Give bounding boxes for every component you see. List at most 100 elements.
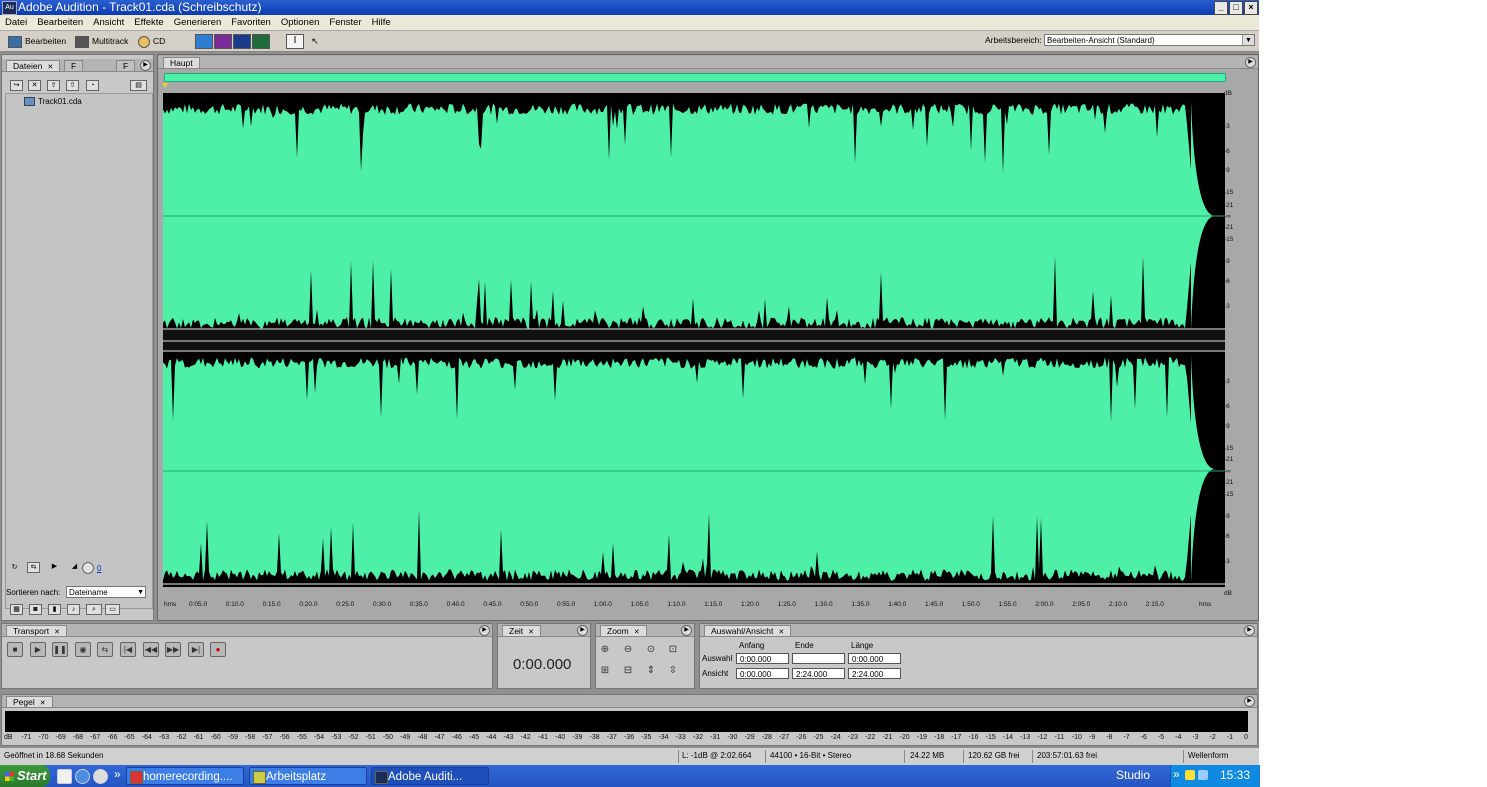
tray-chevron[interactable]: »	[1173, 767, 1180, 781]
show-loops-icon[interactable]: ◙	[29, 604, 42, 615]
task-adobe-audition[interactable]: Adobe Auditi...	[371, 767, 489, 785]
zoom-out-vertical-icon[interactable]: ⇳	[665, 664, 681, 678]
task-arbeitsplatz[interactable]: Arbeitsplatz	[249, 767, 367, 785]
tab-dateien[interactable]: Dateien ✕	[6, 60, 61, 71]
phase-view-button[interactable]	[252, 34, 270, 49]
tab-zoom[interactable]: Zoom ✕	[600, 625, 647, 636]
import-icon[interactable]: ⇪	[47, 80, 60, 91]
panel-menu-icon[interactable]: ▶	[1244, 696, 1255, 707]
panel-menu-icon[interactable]: ▶	[479, 625, 490, 636]
multitrack-button[interactable]: Multitrack	[75, 34, 128, 48]
tray-messenger-icon[interactable]	[1185, 770, 1195, 780]
overview-bar[interactable]	[164, 73, 1226, 82]
spectral-view-button[interactable]	[214, 34, 232, 49]
menu-effekte[interactable]: Effekte	[129, 15, 168, 30]
pause-button[interactable]: ❚❚	[52, 642, 68, 657]
tab-pegel[interactable]: Pegel ✕	[6, 696, 53, 707]
file-list[interactable]: Track01.cda	[5, 93, 153, 609]
menu-bearbeiten[interactable]: Bearbeiten	[32, 15, 88, 30]
view-start-field[interactable]: 0:00.000	[736, 668, 789, 679]
view-end-field[interactable]: 2:24.000	[792, 668, 845, 679]
tray-clock[interactable]: 15:33	[1220, 768, 1250, 782]
selection-length-field[interactable]: 0:00.000	[848, 653, 901, 664]
studio-toolbar-label[interactable]: Studio	[1116, 768, 1150, 782]
time-selection-tool-icon[interactable]: I	[286, 34, 304, 49]
menu-optionen[interactable]: Optionen	[276, 15, 325, 30]
zoom-left-edge-icon[interactable]: ⊞	[597, 664, 613, 678]
fast-forward-button[interactable]: ▶▶	[165, 642, 181, 657]
tab-effekte[interactable]: F	[64, 60, 84, 71]
quicklaunch-mediaplayer-icon[interactable]	[93, 769, 108, 784]
volume-knob[interactable]	[82, 562, 94, 574]
start-button[interactable]: Start	[0, 765, 50, 787]
panel-menu-icon[interactable]: ▶	[681, 625, 692, 636]
show-video-icon[interactable]: ▮	[48, 604, 61, 615]
selection-end-field[interactable]	[792, 653, 845, 664]
zoom-out-full-icon[interactable]: ⊙	[643, 643, 659, 657]
tab-auswahl-ansicht[interactable]: Auswahl/Ansicht ✕	[704, 625, 792, 636]
insert-icon[interactable]: ⇧	[66, 80, 79, 91]
play-button[interactable]: ▶	[30, 642, 46, 657]
time-tick-label: 1:35.0	[851, 601, 870, 608]
tray-network-icon[interactable]	[1198, 770, 1208, 780]
workspace-select[interactable]: Bearbeiten-Ansicht (Standard) ▼	[1044, 34, 1255, 46]
tab-favoriten[interactable]: F	[116, 60, 136, 71]
cd-button[interactable]: CD	[138, 34, 165, 48]
level-scale-tick: -28	[761, 734, 772, 741]
tab-transport[interactable]: Transport ✕	[6, 625, 67, 636]
zoom-right-edge-icon[interactable]: ⊟	[620, 664, 636, 678]
go-to-end-button[interactable]: ▶|	[188, 642, 204, 657]
tab-zeit[interactable]: Zeit ✕	[502, 625, 542, 636]
zoom-in-horizontal-icon[interactable]: ⊕	[597, 643, 613, 657]
menu-datei[interactable]: Datei	[0, 15, 32, 30]
menu-fenster[interactable]: Fenster	[324, 15, 366, 30]
waveform-view-button[interactable]	[195, 34, 213, 49]
volume-value[interactable]: 0	[97, 564, 101, 573]
show-full-path-icon[interactable]: ▭	[105, 604, 120, 615]
record-button[interactable]: ●	[210, 642, 226, 657]
show-audio-icon[interactable]: ▦	[10, 604, 23, 615]
sort-select[interactable]: Dateiname ▼	[66, 586, 146, 598]
stop-button[interactable]: ■	[7, 642, 23, 657]
zoom-in-vertical-icon[interactable]: ⇕	[643, 664, 659, 678]
file-item-track01[interactable]: Track01.cda	[24, 97, 82, 107]
quicklaunch-browser-icon[interactable]	[75, 769, 90, 784]
loop-button[interactable]: ⇆	[97, 642, 113, 657]
selection-start-field[interactable]: 0:00.000	[736, 653, 789, 664]
close-file-icon[interactable]: ✕	[28, 80, 41, 91]
waveform-display[interactable]	[163, 93, 1225, 587]
view-length-field[interactable]: 2:24.000	[848, 668, 901, 679]
marquee-tool-icon[interactable]: ↖	[306, 34, 324, 49]
minimize-button[interactable]: _	[1214, 1, 1228, 15]
playhead-marker[interactable]	[162, 83, 168, 88]
panel-menu-icon[interactable]: ▶	[1244, 625, 1255, 636]
maximize-button[interactable]: □	[1229, 1, 1243, 15]
task-homerecording[interactable]: homerecording....	[126, 767, 244, 785]
quicklaunch-chevron[interactable]: »	[114, 767, 121, 781]
play-file-icon[interactable]: ◔	[86, 80, 99, 91]
menu-favoriten[interactable]: Favoriten	[226, 15, 276, 30]
file-options-icon[interactable]: ▤	[130, 80, 147, 91]
time-ruler[interactable]: hms hms 0:05.0 0:10.0 0:15.0 0:20.0 0:25.0 0:…	[163, 601, 1218, 613]
quicklaunch-desktop-icon[interactable]	[57, 769, 72, 784]
show-midi-icon[interactable]: ♪	[67, 604, 80, 615]
panel-menu-icon[interactable]: ▶	[140, 60, 151, 71]
play-icon[interactable]: ▶	[48, 562, 61, 573]
go-to-start-button[interactable]: |◀	[120, 642, 136, 657]
menu-generieren[interactable]: Generieren	[169, 15, 227, 30]
loop-icon[interactable]: ⇆	[27, 562, 40, 573]
zoom-selection-icon[interactable]: ⊡	[665, 643, 681, 657]
panel-menu-icon[interactable]: ▶	[577, 625, 588, 636]
edit-view-button[interactable]: Bearbeiten	[8, 34, 66, 48]
menu-hilfe[interactable]: Hilfe	[367, 15, 396, 30]
spectral-pan-button[interactable]	[233, 34, 251, 49]
zoom-out-horizontal-icon[interactable]: ⊖	[620, 643, 636, 657]
tab-haupt[interactable]: Haupt	[163, 57, 200, 68]
open-file-icon[interactable]: ↪	[10, 80, 23, 91]
menu-ansicht[interactable]: Ansicht	[88, 15, 129, 30]
rewind-button[interactable]: ◀◀	[143, 642, 159, 657]
autoplay-icon[interactable]: ↻	[8, 563, 21, 574]
play-from-cursor-button[interactable]: ◉	[75, 642, 91, 657]
show-filter-icon[interactable]: ⌕	[86, 604, 102, 615]
close-button[interactable]: ×	[1244, 1, 1258, 15]
